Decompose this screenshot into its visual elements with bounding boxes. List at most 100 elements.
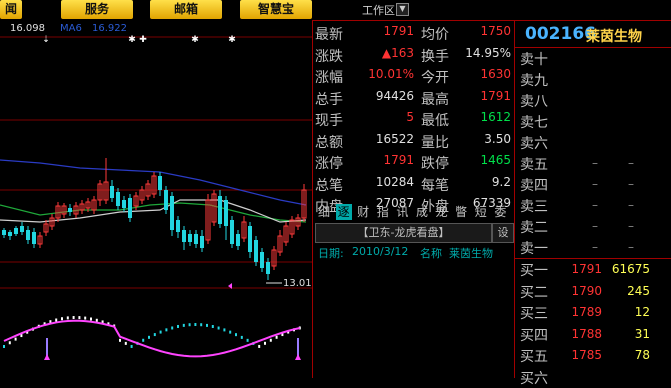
sell-level-volume: – <box>628 198 634 212</box>
sell-level-label: 卖三 <box>520 199 548 215</box>
buy-level-label: 买一 <box>520 263 548 279</box>
buy-level-volume: 12 <box>634 305 650 319</box>
candle-body <box>224 200 228 226</box>
candle-body <box>236 234 240 246</box>
ma-value-1: 16.098 <box>10 23 45 34</box>
quote-label: 总手 <box>315 91 343 108</box>
quote-label: 均价 <box>421 27 449 43</box>
sell-level-label: 卖一 <box>520 241 548 257</box>
tab-4[interactable]: 讯 <box>394 204 410 220</box>
buy-level-label: 买五 <box>520 349 548 365</box>
marker-icon: ⇣ <box>42 35 50 45</box>
quote-value: 10284 <box>375 174 414 189</box>
info-name-label: 名称 <box>420 247 442 260</box>
buy-level-price: 1785 <box>571 348 602 362</box>
candle-body <box>218 196 222 224</box>
settings-button[interactable]: 设 <box>492 223 514 243</box>
quote-value: 10.01% <box>368 67 414 81</box>
ma-line-blue <box>0 159 307 206</box>
candle-body <box>266 262 270 274</box>
marker-icon: ✱ <box>128 35 136 45</box>
quote-label: 最高 <box>421 91 449 108</box>
quote-value: 5 <box>406 110 414 124</box>
candle-body <box>248 226 252 252</box>
workspace-dropdown-icon[interactable]: ▼ <box>396 3 409 16</box>
signal-marker-icon <box>295 354 301 360</box>
candle-body <box>200 236 204 248</box>
info-name: 莱茵生物 <box>449 247 493 260</box>
candle-body <box>68 208 72 212</box>
tab-1[interactable]: 逐 <box>335 204 352 220</box>
kline-chart[interactable]: ⇣ ✱ ✚ ✱ ✱ <box>0 20 312 378</box>
tab-7[interactable]: 瞥 <box>453 204 469 220</box>
buy-level-volume: 78 <box>634 348 650 362</box>
top-divider <box>313 20 671 21</box>
candle-body <box>170 196 174 230</box>
sell-level-price: – <box>592 156 598 170</box>
ma-line-white <box>0 199 307 223</box>
signal-marker-icon <box>44 354 50 360</box>
buy-level-volume: 31 <box>634 326 650 341</box>
tab-5[interactable]: 成 <box>414 204 430 220</box>
toolbar-button-mail[interactable]: 邮箱 <box>150 0 222 19</box>
toolbar-button-zhihuibao[interactable]: 智慧宝 <box>240 0 312 19</box>
candle-body <box>20 226 24 232</box>
marker-icon: ✚ <box>139 35 147 45</box>
ma6-label: MA6 <box>60 23 82 34</box>
quote-value: 9.2 <box>491 174 511 189</box>
quote-value: 1791 <box>480 88 511 103</box>
sell-level-label: 卖八 <box>520 94 548 110</box>
candle-body <box>8 232 12 236</box>
candle-body <box>260 252 264 268</box>
candle-body <box>128 198 132 218</box>
tab-8[interactable]: 短 <box>473 204 489 220</box>
candle-body <box>194 234 198 244</box>
tab-6[interactable]: 龙 <box>434 204 450 220</box>
sell-level-volume: – <box>628 219 634 233</box>
sell-level-price: – <box>592 198 598 212</box>
divider-chart-quote <box>312 20 313 378</box>
info-date-label: 日期: <box>318 247 344 260</box>
quote-label: 涨跌 <box>315 48 343 65</box>
buy-level-label: 买四 <box>520 327 548 344</box>
panel-title[interactable]: 【卫东-龙虎看盘】 <box>315 223 492 243</box>
indicator-line <box>3 319 301 358</box>
quote-label: 量比 <box>421 134 449 151</box>
candle-body <box>254 240 258 262</box>
tab-2[interactable]: 财 <box>355 204 371 220</box>
info-date: 2010/3/12 <box>352 245 409 258</box>
kline-chart-svg: ⇣ ✱ ✚ ✱ ✱ <box>0 35 312 360</box>
quote-label: 总笔 <box>315 177 343 194</box>
sell-level-label: 卖四 <box>520 178 548 194</box>
sell-level-label: 卖六 <box>520 136 548 152</box>
quote-label: 现手 <box>315 113 343 129</box>
toolbar-button-news[interactable]: 闻 <box>0 0 22 19</box>
sell-level-price: – <box>592 219 598 233</box>
quote-label: 涨停 <box>315 156 343 172</box>
tab-0[interactable]: 细 <box>316 204 332 220</box>
quote-value: 1465 <box>480 153 511 167</box>
candle-body <box>230 220 234 244</box>
quote-label: 今开 <box>421 70 449 86</box>
marker-icon: ✱ <box>228 35 236 45</box>
quote-label: 最低 <box>421 113 449 129</box>
buy-level-price: 1788 <box>571 326 602 341</box>
toolbar-button-service[interactable]: 服务 <box>61 0 133 19</box>
tab-3[interactable]: 指 <box>375 204 391 220</box>
buy-level-volume: 61675 <box>611 262 650 276</box>
candle-body <box>110 186 114 198</box>
candle-body <box>116 192 120 206</box>
stock-header-divider <box>515 47 671 48</box>
candle-body <box>188 234 192 242</box>
ma-line-green <box>0 202 307 223</box>
candle-body <box>2 230 6 235</box>
quote-label: 总额 <box>315 134 343 151</box>
sell-level-label: 卖十 <box>520 52 548 68</box>
detail-tabs: 细逐财指讯成龙瞥短委 <box>313 204 514 221</box>
low-price-label: 13.01 <box>283 278 312 289</box>
quote-value: 1750 <box>480 24 511 38</box>
workspace-label[interactable]: 工作区 <box>362 2 395 18</box>
quote-value: 1791 <box>383 153 414 167</box>
tab-9[interactable]: 委 <box>492 204 508 220</box>
orderbook-mid-divider <box>515 258 671 259</box>
